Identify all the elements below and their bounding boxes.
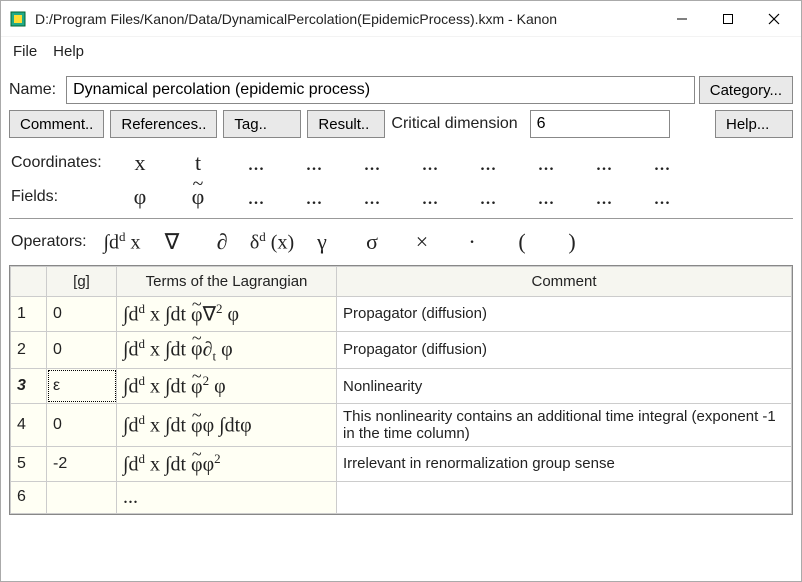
name-input[interactable] <box>66 76 695 104</box>
coordinates-row: Coordinates: x t ... ... ... ... ... ...… <box>9 146 793 180</box>
op-dot[interactable]: · <box>447 229 497 255</box>
coord-slot[interactable]: ... <box>227 150 285 176</box>
coord-slot[interactable]: ... <box>575 150 633 176</box>
critdim-label: Critical dimension <box>391 115 517 133</box>
fields-label: Fields: <box>11 188 111 206</box>
field-slot[interactable]: ... <box>343 184 401 210</box>
coord-slot[interactable]: ... <box>285 150 343 176</box>
table-row[interactable]: 1 0 ∫dd x ∫dt φ∇2 φ Propagator (diffusio… <box>11 297 792 332</box>
cell-g[interactable]: 0 <box>47 331 117 369</box>
field-slot[interactable]: ... <box>517 184 575 210</box>
menubar: File Help <box>1 37 801 68</box>
field-slot[interactable]: ... <box>227 184 285 210</box>
table-header-row: [g] Terms of the Lagrangian Comment <box>11 267 792 297</box>
field-slot[interactable]: ... <box>633 184 691 210</box>
cell-comment[interactable]: Propagator (diffusion) <box>337 331 792 369</box>
tag-button[interactable]: Tag.. <box>223 110 301 138</box>
col-rownum <box>11 267 47 297</box>
op-rparen[interactable]: ) <box>547 229 597 255</box>
titlebar: D:/Program Files/Kanon/Data/DynamicalPer… <box>1 1 801 37</box>
field-slot[interactable]: ... <box>285 184 343 210</box>
row-num: 6 <box>11 481 47 513</box>
menu-help[interactable]: Help <box>53 43 84 60</box>
cell-term[interactable]: ∫dd x ∫dt φφ2 <box>117 446 337 481</box>
divider <box>9 218 793 219</box>
cell-g[interactable] <box>47 481 117 513</box>
col-g: [g] <box>47 267 117 297</box>
cell-term[interactable]: ∫dd x ∫dt φ2 φ <box>117 369 337 404</box>
fields-row: Fields: φ φ ... ... ... ... ... ... ... … <box>9 180 793 214</box>
minimize-button[interactable] <box>659 4 705 34</box>
coord-slot[interactable]: ... <box>633 150 691 176</box>
row-num: 1 <box>11 297 47 332</box>
close-button[interactable] <box>751 4 797 34</box>
references-button[interactable]: References.. <box>110 110 217 138</box>
cell-comment[interactable]: Propagator (diffusion) <box>337 297 792 332</box>
row-num: 2 <box>11 331 47 369</box>
operators-label: Operators: <box>11 233 97 251</box>
field-phi[interactable]: φ <box>111 184 169 210</box>
cell-g[interactable]: ε <box>47 369 117 404</box>
table-row[interactable]: 4 0 ∫dd x ∫dt φφ ∫dtφ This nonlinearity … <box>11 403 792 446</box>
cell-g[interactable]: 0 <box>47 297 117 332</box>
cell-term[interactable]: ∫dd x ∫dt φ∂t φ <box>117 331 337 369</box>
coord-slot[interactable]: ... <box>401 150 459 176</box>
cell-g[interactable]: 0 <box>47 403 117 446</box>
cell-comment[interactable]: This nonlinearity contains an additional… <box>337 403 792 446</box>
coord-slot[interactable]: ... <box>517 150 575 176</box>
row-num: 5 <box>11 446 47 481</box>
cell-term[interactable]: ... <box>117 481 337 513</box>
cell-term[interactable]: ∫dd x ∫dt φφ ∫dtφ <box>117 403 337 446</box>
col-comment: Comment <box>337 267 792 297</box>
coord-x[interactable]: x <box>111 150 169 176</box>
table-row[interactable]: 6 ... <box>11 481 792 513</box>
op-delta-d[interactable]: δd (x) <box>247 229 297 255</box>
op-integral-d[interactable]: ∫dd x <box>97 229 147 255</box>
row-num: 3 <box>11 369 47 404</box>
op-nabla[interactable]: ∇ <box>147 229 197 255</box>
op-lparen[interactable]: ( <box>497 229 547 255</box>
cell-comment[interactable]: Irrelevant in renormalization group sens… <box>337 446 792 481</box>
lagrangian-table: [g] Terms of the Lagrangian Comment 1 0 … <box>9 265 793 515</box>
result-button[interactable]: Result.. <box>307 110 385 138</box>
cell-comment[interactable] <box>337 481 792 513</box>
coordinates-label: Coordinates: <box>11 154 111 172</box>
cell-g[interactable]: -2 <box>47 446 117 481</box>
row-num: 4 <box>11 403 47 446</box>
operators-row: Operators: ∫dd x ∇ ∂ δd (x) γ σ × · ( ) <box>9 225 793 259</box>
col-term: Terms of the Lagrangian <box>117 267 337 297</box>
field-slot[interactable]: ... <box>401 184 459 210</box>
cell-comment[interactable]: Nonlinearity <box>337 369 792 404</box>
category-button[interactable]: Category... <box>699 76 793 104</box>
table-row[interactable]: 3 ε ∫dd x ∫dt φ2 φ Nonlinearity <box>11 369 792 404</box>
comment-button[interactable]: Comment.. <box>9 110 104 138</box>
op-partial[interactable]: ∂ <box>197 229 247 255</box>
op-sigma[interactable]: σ <box>347 229 397 255</box>
table-row[interactable]: 2 0 ∫dd x ∫dt φ∂t φ Propagator (diffusio… <box>11 331 792 369</box>
window-title: D:/Program Files/Kanon/Data/DynamicalPer… <box>35 11 659 27</box>
menu-file[interactable]: File <box>13 43 37 60</box>
name-label: Name: <box>9 81 56 99</box>
cell-term[interactable]: ∫dd x ∫dt φ∇2 φ <box>117 297 337 332</box>
table-row[interactable]: 5 -2 ∫dd x ∫dt φφ2 Irrelevant in renorma… <box>11 446 792 481</box>
critdim-input[interactable] <box>530 110 670 138</box>
op-gamma[interactable]: γ <box>297 229 347 255</box>
coord-slot[interactable]: ... <box>459 150 517 176</box>
coord-slot[interactable]: ... <box>343 150 401 176</box>
app-icon <box>9 10 27 28</box>
op-times[interactable]: × <box>397 229 447 255</box>
field-slot[interactable]: ... <box>575 184 633 210</box>
maximize-button[interactable] <box>705 4 751 34</box>
field-phi-tilde[interactable]: φ <box>169 184 227 210</box>
coord-t[interactable]: t <box>169 150 227 176</box>
field-slot[interactable]: ... <box>459 184 517 210</box>
help-button[interactable]: Help... <box>715 110 793 138</box>
